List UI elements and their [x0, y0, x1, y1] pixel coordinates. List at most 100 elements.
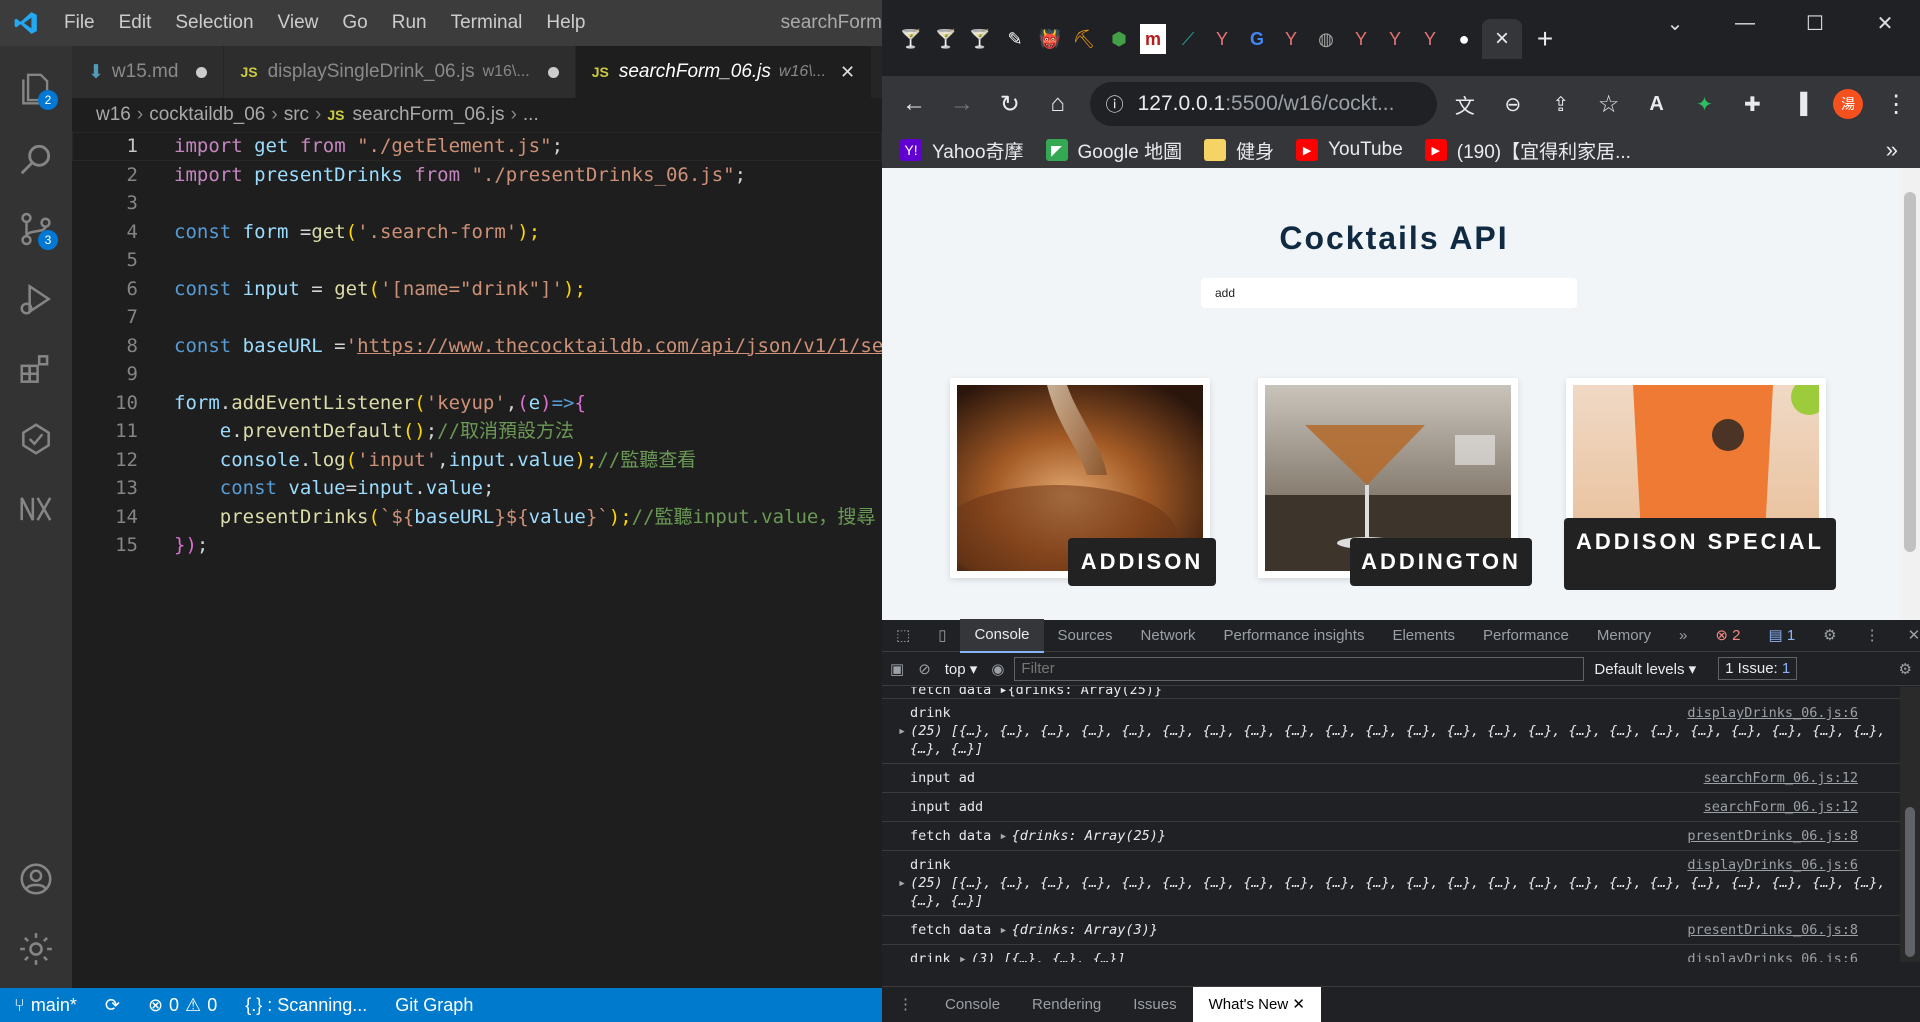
run-debug-button[interactable]	[0, 266, 72, 332]
bookmark-youtube[interactable]: ▶ YouTube	[1296, 139, 1403, 161]
log-source-link[interactable]: displayDrinks_06.js:6	[1687, 704, 1858, 722]
drawer-menu-icon[interactable]: ⋮	[882, 987, 929, 1022]
more-tabs-icon[interactable]: »	[1665, 620, 1701, 652]
tab-console[interactable]: Console	[960, 618, 1044, 653]
log-source-link[interactable]: searchForm_06.js:12	[1704, 798, 1858, 816]
drink-card-addington[interactable]: ADDINGTON	[1258, 378, 1532, 586]
browser-tab-favicon-icon[interactable]: Y	[1348, 24, 1374, 54]
testing-button[interactable]	[0, 406, 72, 472]
new-tab-button[interactable]: +	[1532, 23, 1558, 54]
console-output[interactable]: fetch data ▸{drinks: Array(25)} drink ▸(…	[882, 687, 1900, 962]
tab-memory[interactable]: Memory	[1583, 620, 1665, 652]
browser-tab-favicon-icon[interactable]: 👹	[1037, 24, 1063, 54]
eye-icon[interactable]: ◉	[991, 660, 1004, 678]
device-toggle-icon[interactable]: ▯	[924, 620, 960, 652]
log-source-link[interactable]: displayDrinks_06.js:6	[1687, 856, 1858, 874]
bookmark-youtube-video[interactable]: ▶ (190)【宜得利家居...	[1424, 137, 1631, 164]
accounts-button[interactable]	[0, 846, 72, 912]
scrollbar-thumb[interactable]	[1904, 192, 1916, 552]
extensions-menu-button[interactable]: ✚	[1728, 82, 1776, 126]
bookmark-star-button[interactable]: ☆	[1585, 82, 1633, 126]
breadcrumb-item[interactable]: cocktaildb_06	[149, 104, 265, 126]
tab-performance-insights[interactable]: Performance insights	[1210, 620, 1379, 652]
breadcrumb-item[interactable]: w16	[96, 104, 131, 126]
browser-tab-favicon-icon[interactable]: Y	[1382, 24, 1408, 54]
address-bar[interactable]: ⓘ 127.0.0.1:5500/w16/cockt...	[1089, 82, 1437, 126]
browser-tab-favicon-icon[interactable]: ✎	[1002, 24, 1028, 54]
browser-tab-favicon-icon[interactable]: ⟋	[1175, 24, 1201, 54]
tab-sources[interactable]: Sources	[1044, 620, 1127, 652]
tab-performance[interactable]: Performance	[1469, 620, 1583, 652]
home-button[interactable]: ⌂	[1034, 82, 1082, 126]
log-source-link[interactable]: presentDrinks_06.js:8	[1687, 827, 1858, 845]
nx-console-button[interactable]	[0, 476, 72, 542]
bookmark-yahoo[interactable]: Y! Yahoo奇摩	[900, 137, 1024, 164]
close-devtools-icon[interactable]: ✕	[1894, 620, 1920, 652]
menu-terminal[interactable]: Terminal	[439, 0, 535, 46]
forward-button[interactable]: →	[938, 82, 986, 126]
console-scrollbar[interactable]	[1900, 687, 1920, 962]
zoom-button[interactable]: ⊖	[1489, 82, 1537, 126]
inspect-element-icon[interactable]: ⬚	[882, 620, 924, 652]
tab-network[interactable]: Network	[1127, 620, 1210, 652]
browser-tab-favicon-icon[interactable]: G	[1244, 24, 1270, 54]
error-counter[interactable]: ⊗ 2	[1701, 620, 1754, 652]
back-button[interactable]: ←	[890, 82, 938, 126]
bookmark-fitness-folder[interactable]: 健身	[1204, 137, 1274, 164]
tab-search-button[interactable]: ⌄	[1640, 0, 1710, 46]
console-settings-icon[interactable]: ⚙	[1899, 660, 1912, 678]
browser-tab-favicon-icon[interactable]: Y	[1417, 24, 1443, 54]
extensions-button[interactable]	[0, 336, 72, 402]
browser-tab-favicon-icon[interactable]: Y	[1278, 24, 1304, 54]
branch-status[interactable]: ⑂ main*	[0, 995, 91, 1016]
drawer-tab-whats-new[interactable]: What's New ✕	[1192, 986, 1321, 1022]
browser-tab-favicon-icon[interactable]: 🍸	[933, 24, 959, 54]
chrome-menu-button[interactable]: ⋮	[1872, 82, 1920, 126]
extension-button[interactable]: A	[1633, 82, 1681, 126]
search-button[interactable]	[0, 126, 72, 192]
breadcrumb-item[interactable]: ...	[523, 104, 539, 126]
browser-tab-favicon-icon[interactable]: ⛏	[1071, 24, 1097, 54]
translate-button[interactable]: 文	[1441, 82, 1489, 126]
drawer-tab-issues[interactable]: Issues	[1117, 987, 1192, 1022]
manage-button[interactable]	[0, 916, 72, 982]
kebab-menu-icon[interactable]: ⋮	[1851, 620, 1894, 652]
message-counter[interactable]: ▤ 1	[1754, 620, 1809, 652]
close-window-button[interactable]: ✕	[1850, 0, 1920, 46]
scanning-status[interactable]: {.} : Scanning...	[231, 995, 381, 1016]
expand-arrow-icon[interactable]: ▸	[898, 723, 906, 739]
browser-tab-favicon-icon[interactable]: Y	[1209, 24, 1235, 54]
close-tab-icon[interactable]: ✕	[840, 62, 855, 83]
drawer-tab-rendering[interactable]: Rendering	[1016, 987, 1117, 1022]
breadcrumb-item[interactable]: src	[284, 104, 309, 126]
menu-edit[interactable]: Edit	[107, 0, 164, 46]
menu-selection[interactable]: Selection	[163, 0, 265, 46]
more-bookmarks-button[interactable]: »	[1886, 137, 1898, 163]
log-source-link[interactable]: presentDrinks_06.js:8	[1687, 921, 1858, 939]
issues-button[interactable]: 1 Issue: 1	[1718, 657, 1798, 680]
code-editor[interactable]: 1 2 3 4 5 6 7 8 9 10 11 12 13 14 15 impo…	[72, 132, 882, 988]
page-scrollbar[interactable]	[1900, 168, 1920, 620]
minimize-button[interactable]: —	[1710, 0, 1780, 46]
menu-file[interactable]: File	[52, 0, 107, 46]
menu-help[interactable]: Help	[534, 0, 597, 46]
log-source-link[interactable]: displayDrinks_06.js:6	[1687, 950, 1858, 962]
browser-tab-favicon-icon[interactable]: ⬢	[1106, 24, 1132, 54]
expand-arrow-icon[interactable]: ▸	[898, 875, 906, 891]
sidebar-toggle-icon[interactable]: ▣	[890, 660, 904, 678]
tab-elements[interactable]: Elements	[1378, 620, 1469, 652]
browser-tab-favicon-icon[interactable]: 🍸	[967, 24, 993, 54]
browser-tab-favicon-icon[interactable]: ◍	[1313, 24, 1339, 54]
bookmark-google-maps[interactable]: ◤ Google 地圖	[1045, 137, 1182, 164]
side-panel-button[interactable]: ▐	[1776, 82, 1824, 126]
github-icon[interactable]: ●	[1451, 24, 1477, 54]
menu-go[interactable]: Go	[330, 0, 379, 46]
drink-card-addison-special[interactable]: ADDISON SPECIAL	[1564, 378, 1836, 590]
tab-display-single-drink[interactable]: JS displaySingleDrink_06.js w16\...	[224, 46, 576, 98]
close-icon[interactable]: ✕	[1292, 996, 1305, 1013]
drawer-tab-console[interactable]: Console	[929, 987, 1016, 1022]
profile-button[interactable]: 湯	[1824, 82, 1872, 126]
console-filter-input[interactable]	[1014, 656, 1585, 681]
close-tab-button[interactable]: ×	[1482, 19, 1522, 59]
problems-status[interactable]: ⊗ 0 ⚠ 0	[134, 995, 231, 1016]
